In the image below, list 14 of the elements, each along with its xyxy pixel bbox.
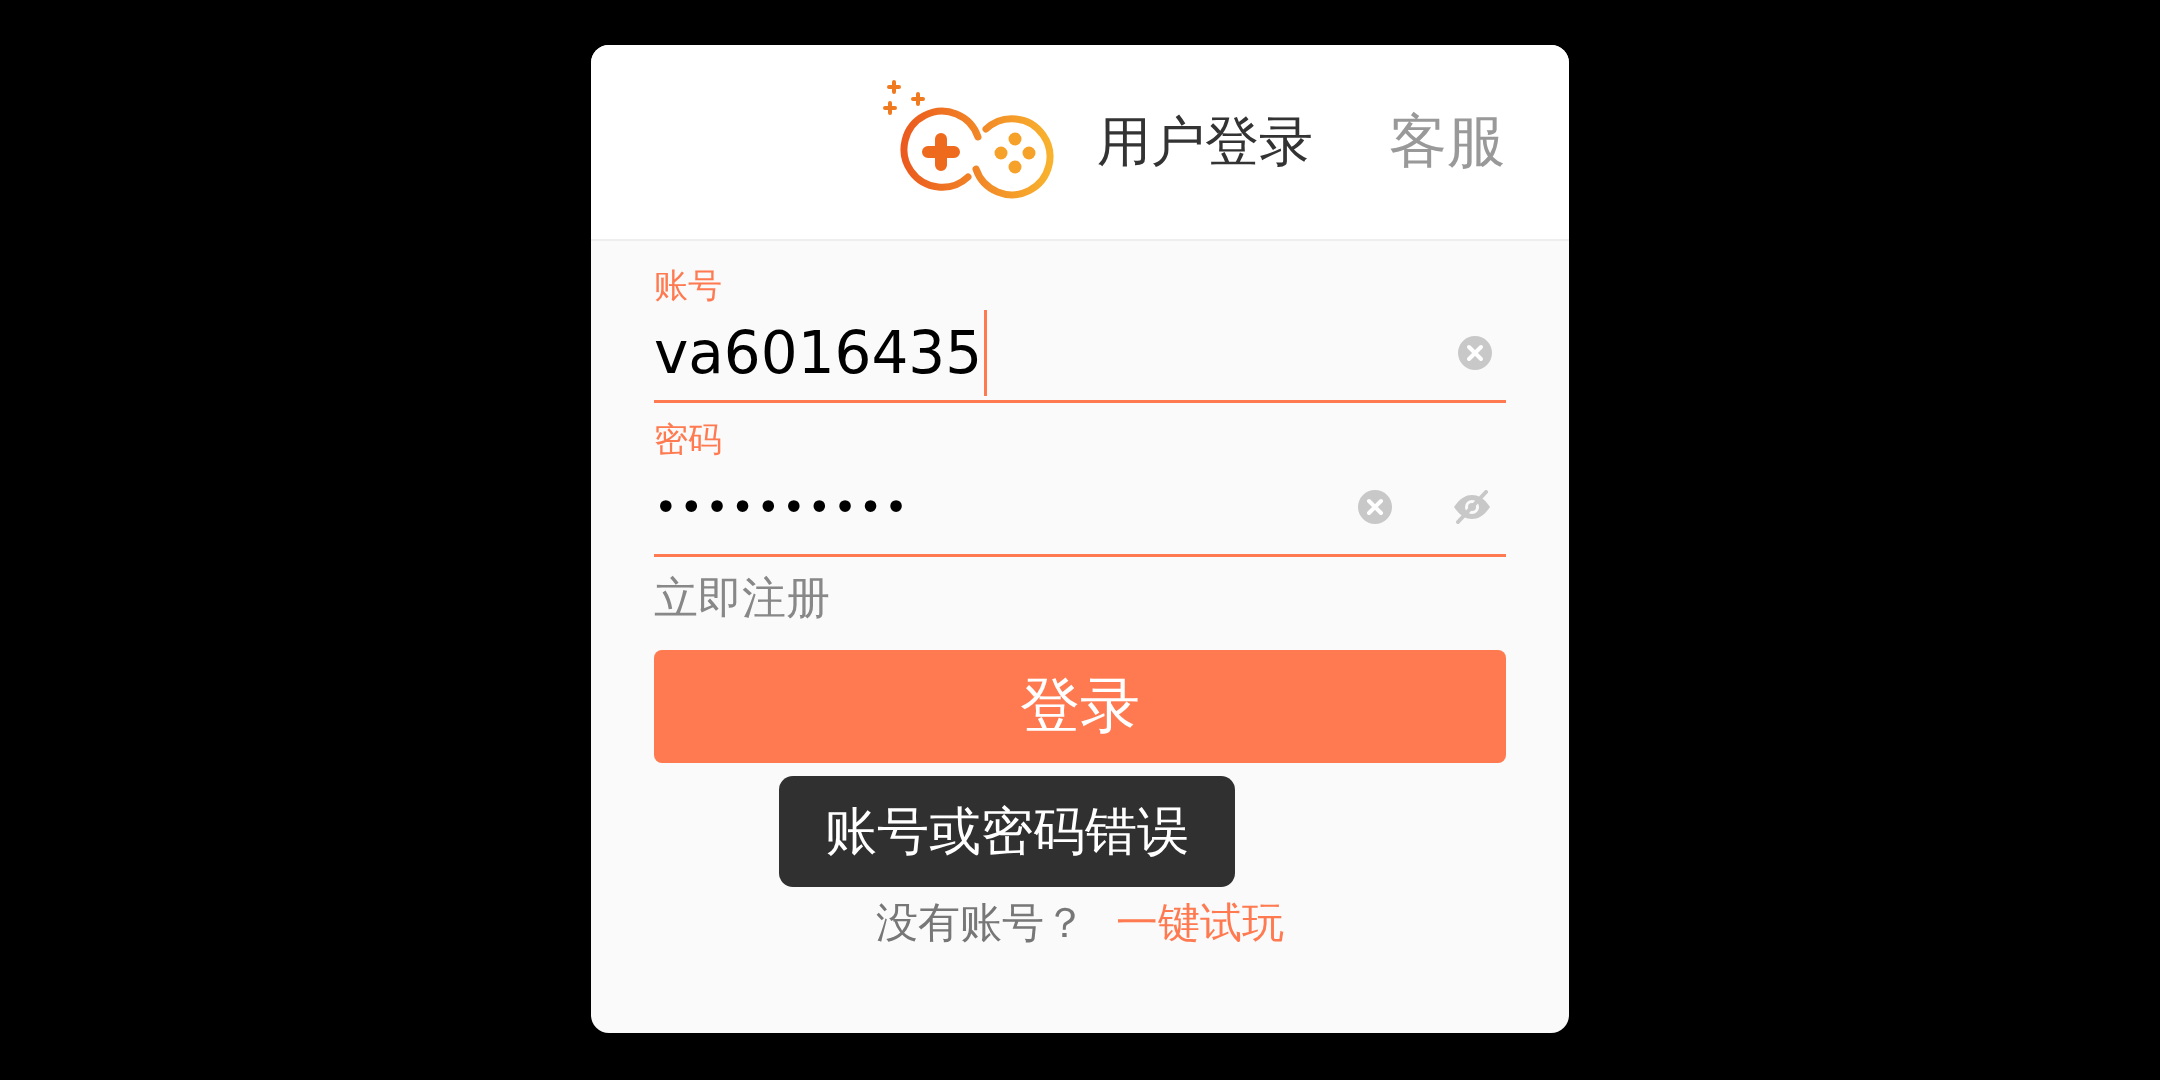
login-button[interactable]: 登录 [654, 650, 1506, 763]
customer-service-link[interactable]: 客服 [1389, 103, 1505, 181]
register-link[interactable]: 立即注册 [654, 569, 830, 628]
error-toast: 账号或密码错误 [779, 776, 1235, 887]
field-label: 账号 [654, 265, 723, 305]
clear-button[interactable] [1458, 335, 1492, 370]
trial-link[interactable]: 一键试玩 [1116, 895, 1284, 951]
no-account-prompt: 没有账号？ [876, 897, 1086, 949]
dialog-title: 用户登录 [1097, 108, 1314, 175]
eye-slash-button[interactable] [1452, 489, 1492, 524]
password-field[interactable]: •••••••••• [654, 459, 1506, 557]
account-field[interactable]: va6016435 [654, 305, 1506, 403]
field-label: 密码 [654, 419, 723, 459]
clear-button[interactable] [1358, 489, 1392, 524]
